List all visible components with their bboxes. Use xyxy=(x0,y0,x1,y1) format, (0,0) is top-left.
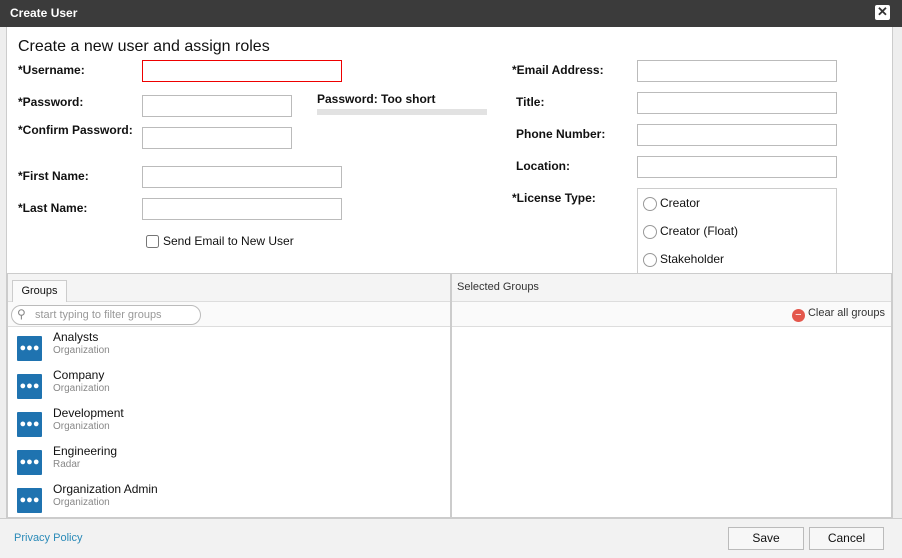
form-heading: Create a new user and assign roles xyxy=(18,38,270,55)
scrollbar[interactable] xyxy=(892,27,902,518)
password-label: *Password: xyxy=(18,95,84,109)
left-border xyxy=(0,27,7,518)
license-radio-creator[interactable] xyxy=(643,197,657,211)
location-label: Location: xyxy=(516,159,570,173)
group-icon: ●●● xyxy=(17,336,42,361)
group-name: Development xyxy=(53,406,124,420)
phone-input[interactable] xyxy=(637,124,837,146)
filter-placeholder: start typing to filter groups xyxy=(35,309,162,321)
groups-panel: Groups ⚲ start typing to filter groups ●… xyxy=(7,273,451,518)
group-list-item[interactable]: ●●● Organization Admin Organization xyxy=(8,482,450,517)
license-option-label: Stakeholder xyxy=(660,252,725,266)
group-name: Engineering xyxy=(53,444,118,458)
group-list-item[interactable]: ●●● Development Organization xyxy=(8,406,450,442)
email-input[interactable] xyxy=(637,60,837,82)
remove-icon: − xyxy=(791,309,805,322)
username-input[interactable] xyxy=(142,60,342,82)
group-icon: ●●● xyxy=(17,450,42,475)
confirm-password-label: *Confirm Password: xyxy=(18,123,133,137)
location-input[interactable] xyxy=(637,156,837,178)
group-type: Organization xyxy=(53,345,110,356)
group-type: Radar xyxy=(53,459,81,470)
last-name-label: *Last Name: xyxy=(18,201,88,215)
save-button[interactable]: Save xyxy=(728,527,804,550)
privacy-policy-link[interactable]: Privacy Policy xyxy=(14,532,82,544)
group-name: Organization Admin xyxy=(53,482,158,496)
group-type: Organization xyxy=(53,421,110,432)
first-name-input[interactable] xyxy=(142,166,342,188)
license-type-label: *License Type: xyxy=(512,191,596,205)
group-list-item[interactable]: ●●● Company Organization xyxy=(8,368,450,404)
last-name-input[interactable] xyxy=(142,198,342,220)
title-input[interactable] xyxy=(637,92,837,114)
password-input[interactable] xyxy=(142,95,292,117)
confirm-password-input[interactable] xyxy=(142,127,292,149)
cancel-button[interactable]: Cancel xyxy=(809,527,884,550)
email-label: *Email Address: xyxy=(512,63,604,77)
group-icon: ●●● xyxy=(17,488,42,513)
clear-all-groups-button[interactable]: − Clear all groups xyxy=(791,307,885,322)
groups-header xyxy=(8,274,450,302)
selected-groups-title: Selected Groups xyxy=(457,281,539,293)
phone-label: Phone Number: xyxy=(516,127,606,141)
group-filter-input[interactable]: ⚲ start typing to filter groups xyxy=(11,305,201,325)
license-option-label: Creator (Float) xyxy=(660,224,739,238)
license-option-label: Creator xyxy=(660,196,701,210)
group-name: Company xyxy=(53,368,105,382)
selected-groups-panel: Selected Groups − Clear all groups xyxy=(451,273,892,518)
password-strength-text: Password: Too short xyxy=(317,92,436,106)
title-label: Title: xyxy=(516,95,545,109)
dialog-title: Create User xyxy=(0,0,902,27)
username-label: *Username: xyxy=(18,63,85,77)
group-list-item[interactable]: ●●● Engineering Radar xyxy=(8,444,450,480)
clear-all-label: Clear all groups xyxy=(807,307,885,319)
group-type: Organization xyxy=(53,497,110,508)
license-radio-stakeholder[interactable] xyxy=(643,253,657,267)
first-name-label: *First Name: xyxy=(18,169,89,183)
license-radio-creator-float[interactable] xyxy=(643,225,657,239)
group-list-item[interactable]: ●●● Analysts Organization xyxy=(8,330,450,366)
close-icon[interactable]: ✕ xyxy=(875,5,890,20)
group-icon: ●●● xyxy=(17,412,42,437)
send-email-label: Send Email to New User xyxy=(163,234,294,248)
tab-groups[interactable]: Groups xyxy=(12,280,67,303)
group-name: Analysts xyxy=(53,330,99,344)
group-icon: ●●● xyxy=(17,374,42,399)
password-strength-bar xyxy=(317,109,487,115)
group-type: Organization xyxy=(53,383,110,394)
search-icon: ⚲ xyxy=(17,307,26,321)
send-email-checkbox[interactable] xyxy=(146,235,159,248)
